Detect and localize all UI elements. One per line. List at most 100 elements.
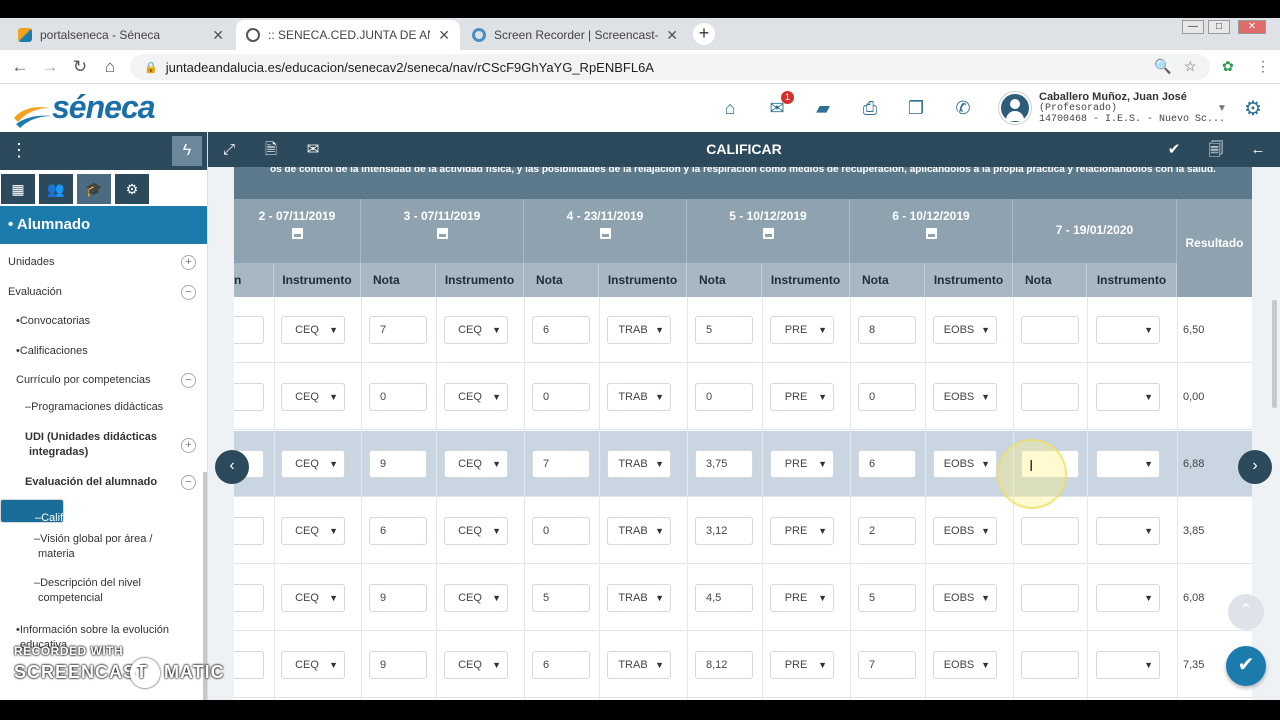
nota-input[interactable] — [1021, 316, 1079, 344]
checkbox-icon[interactable] — [926, 228, 937, 239]
instrumento-select[interactable]: TRAB ▼ — [607, 517, 671, 545]
nota-input[interactable] — [234, 584, 264, 612]
instrumento-select[interactable]: PRE ▼ — [770, 651, 834, 679]
nota-input[interactable]: 5 — [532, 584, 590, 612]
nota-input[interactable]: 6 — [858, 450, 916, 478]
nota-input[interactable]: 8 — [858, 316, 916, 344]
instrumento-select[interactable]: EOBS ▼ — [933, 450, 997, 478]
close-icon[interactable]: ✕ — [212, 27, 224, 44]
envelope-open-icon[interactable]: ✉ — [302, 139, 324, 161]
instrumento-select[interactable]: CEQ ▼ — [444, 517, 508, 545]
instrumento-select[interactable]: PRE ▼ — [770, 450, 834, 478]
reload-icon[interactable]: ↻ — [70, 57, 90, 77]
instrumento-select[interactable]: CEQ ▼ — [281, 651, 345, 679]
expand-icon[interactable]: + — [181, 438, 196, 453]
nota-input[interactable] — [234, 651, 264, 679]
pdf-icon[interactable]: 🗎 — [260, 139, 282, 161]
back-icon[interactable]: ← — [10, 57, 30, 77]
sidebar-item-convocatorias[interactable]: •Convocatorias — [0, 312, 203, 334]
nota-input[interactable]: 9 — [369, 450, 427, 478]
instrumento-select[interactable]: TRAB ▼ — [607, 383, 671, 411]
maximize-window-button[interactable]: □ — [1208, 20, 1230, 34]
nota-input[interactable] — [1021, 383, 1079, 411]
scroll-left-button[interactable]: ‹ — [215, 450, 249, 484]
collapse-icon[interactable]: − — [181, 475, 196, 490]
scroll-top-button[interactable]: ⌃ — [1228, 594, 1264, 630]
instrumento-select[interactable]: TRAB ▼ — [607, 651, 671, 679]
instrumento-select[interactable]: ▼ — [1096, 383, 1160, 411]
home-icon[interactable]: ⌂ — [716, 94, 744, 122]
home-icon[interactable]: ⌂ — [100, 57, 120, 77]
nota-input[interactable]: 0 — [858, 383, 916, 411]
instrumento-select[interactable]: CEQ ▼ — [281, 517, 345, 545]
close-icon[interactable]: ✕ — [438, 27, 450, 44]
nota-input[interactable]: 7 — [369, 316, 427, 344]
nota-input[interactable] — [1021, 651, 1079, 679]
nota-input[interactable]: 6 — [532, 316, 590, 344]
instrumento-select[interactable]: ▼ — [1096, 316, 1160, 344]
sidebar-item-udi[interactable]: UDI (Unidades didácticas integradas) + — [0, 428, 203, 464]
instrumento-select[interactable]: ▼ — [1096, 651, 1160, 679]
url-field[interactable]: 🔒 juntadeandalucia.es/educacion/senecav2… — [130, 54, 1210, 80]
nota-input[interactable]: 4,5 — [695, 584, 753, 612]
checkbox-icon[interactable] — [437, 228, 448, 239]
instrumento-select[interactable]: CEQ ▼ — [444, 651, 508, 679]
browser-tab-portalseneca[interactable]: portalseneca - Séneca ✕ — [8, 20, 234, 50]
sidebar-item-curriculo[interactable]: Currículo por competencias − — [0, 370, 203, 392]
instrumento-select[interactable]: CEQ ▼ — [281, 584, 345, 612]
instrumento-select[interactable]: EOBS ▼ — [933, 517, 997, 545]
instrumento-select[interactable]: EOBS ▼ — [933, 651, 997, 679]
sidebar-item-unidades[interactable]: Unidades + — [0, 252, 203, 274]
documents-icon[interactable]: ❐ — [902, 94, 930, 122]
browser-tab-screencast[interactable]: Screen Recorder | Screencast-O- ✕ — [462, 20, 688, 50]
sidebar-item-evaluacion[interactable]: Evaluación − — [0, 282, 203, 304]
instrumento-select[interactable]: PRE ▼ — [770, 584, 834, 612]
nota-input[interactable]: 8,12 — [695, 651, 753, 679]
building-icon[interactable]: ▦ — [1, 174, 35, 204]
check-icon[interactable]: ✔ — [1163, 139, 1185, 161]
sidebar-item-calificaciones[interactable]: •Calificaciones — [0, 342, 203, 364]
nota-input[interactable]: 6 — [369, 517, 427, 545]
nota-input[interactable] — [234, 383, 264, 411]
instrumento-select[interactable]: PRE ▼ — [770, 517, 834, 545]
sidebar-item-descripcion-nivel[interactable]: –Descripción del nivel competencial — [0, 576, 203, 610]
sidebar-item-evaluacion-alumnado[interactable]: Evaluación del alumnado − — [0, 472, 203, 494]
user-menu[interactable]: Caballero Muñoz, Juan José (Profesorado)… — [997, 86, 1235, 130]
new-tab-button[interactable]: + — [693, 23, 715, 45]
checkbox-icon[interactable] — [763, 228, 774, 239]
sidebar-item-calificar[interactable]: –Calificar › — [0, 499, 196, 524]
vertical-menu-icon[interactable]: ⋮ — [10, 140, 28, 160]
collapse-icon[interactable]: − — [181, 373, 196, 388]
sidebar-item-vision-global[interactable]: –Visión global por área / materia — [0, 532, 203, 566]
instrumento-select[interactable]: TRAB ▼ — [607, 584, 671, 612]
forward-icon[interactable]: → — [40, 57, 60, 77]
instrumento-select[interactable]: ▼ — [1096, 584, 1160, 612]
nota-input[interactable]: 3,75 — [695, 450, 753, 478]
close-icon[interactable]: ✕ — [666, 27, 678, 44]
confirm-button[interactable]: ✔ — [1226, 646, 1266, 686]
instrumento-select[interactable]: TRAB ▼ — [607, 316, 671, 344]
instrumento-select[interactable]: ▼ — [1096, 450, 1160, 478]
checkbox-icon[interactable] — [600, 228, 611, 239]
instrumento-select[interactable]: CEQ ▼ — [281, 450, 345, 478]
instrumento-select[interactable]: PRE ▼ — [770, 383, 834, 411]
folder-icon[interactable]: ▰ — [809, 94, 837, 122]
nota-input[interactable] — [234, 316, 264, 344]
nota-input[interactable]: 7 — [858, 651, 916, 679]
instrumento-select[interactable]: ▼ — [1096, 517, 1160, 545]
nota-input[interactable] — [1021, 584, 1079, 612]
browser-tab-seneca-active[interactable]: :: SENECA.CED.JUNTA DE ANDAL ✕ — [236, 20, 460, 50]
instrumento-select[interactable]: CEQ ▼ — [281, 383, 345, 411]
checkbox-icon[interactable] — [292, 228, 303, 239]
mail-icon[interactable]: ✉ 1 — [763, 91, 794, 122]
instrumento-select[interactable]: EOBS ▼ — [933, 383, 997, 411]
gear-icon[interactable]: ⚙ — [1244, 96, 1262, 121]
report-icon[interactable]: 🗐 — [1205, 139, 1227, 161]
instrumento-select[interactable]: TRAB ▼ — [607, 450, 671, 478]
browser-menu-icon[interactable]: ⋮ — [1256, 58, 1270, 75]
nota-input[interactable]: 0 — [695, 383, 753, 411]
gears-icon[interactable]: ⚙ — [115, 174, 149, 204]
instrumento-select[interactable]: CEQ ▼ — [444, 450, 508, 478]
vertical-scrollbar[interactable] — [1272, 300, 1277, 408]
minimize-window-button[interactable]: — — [1182, 20, 1204, 34]
